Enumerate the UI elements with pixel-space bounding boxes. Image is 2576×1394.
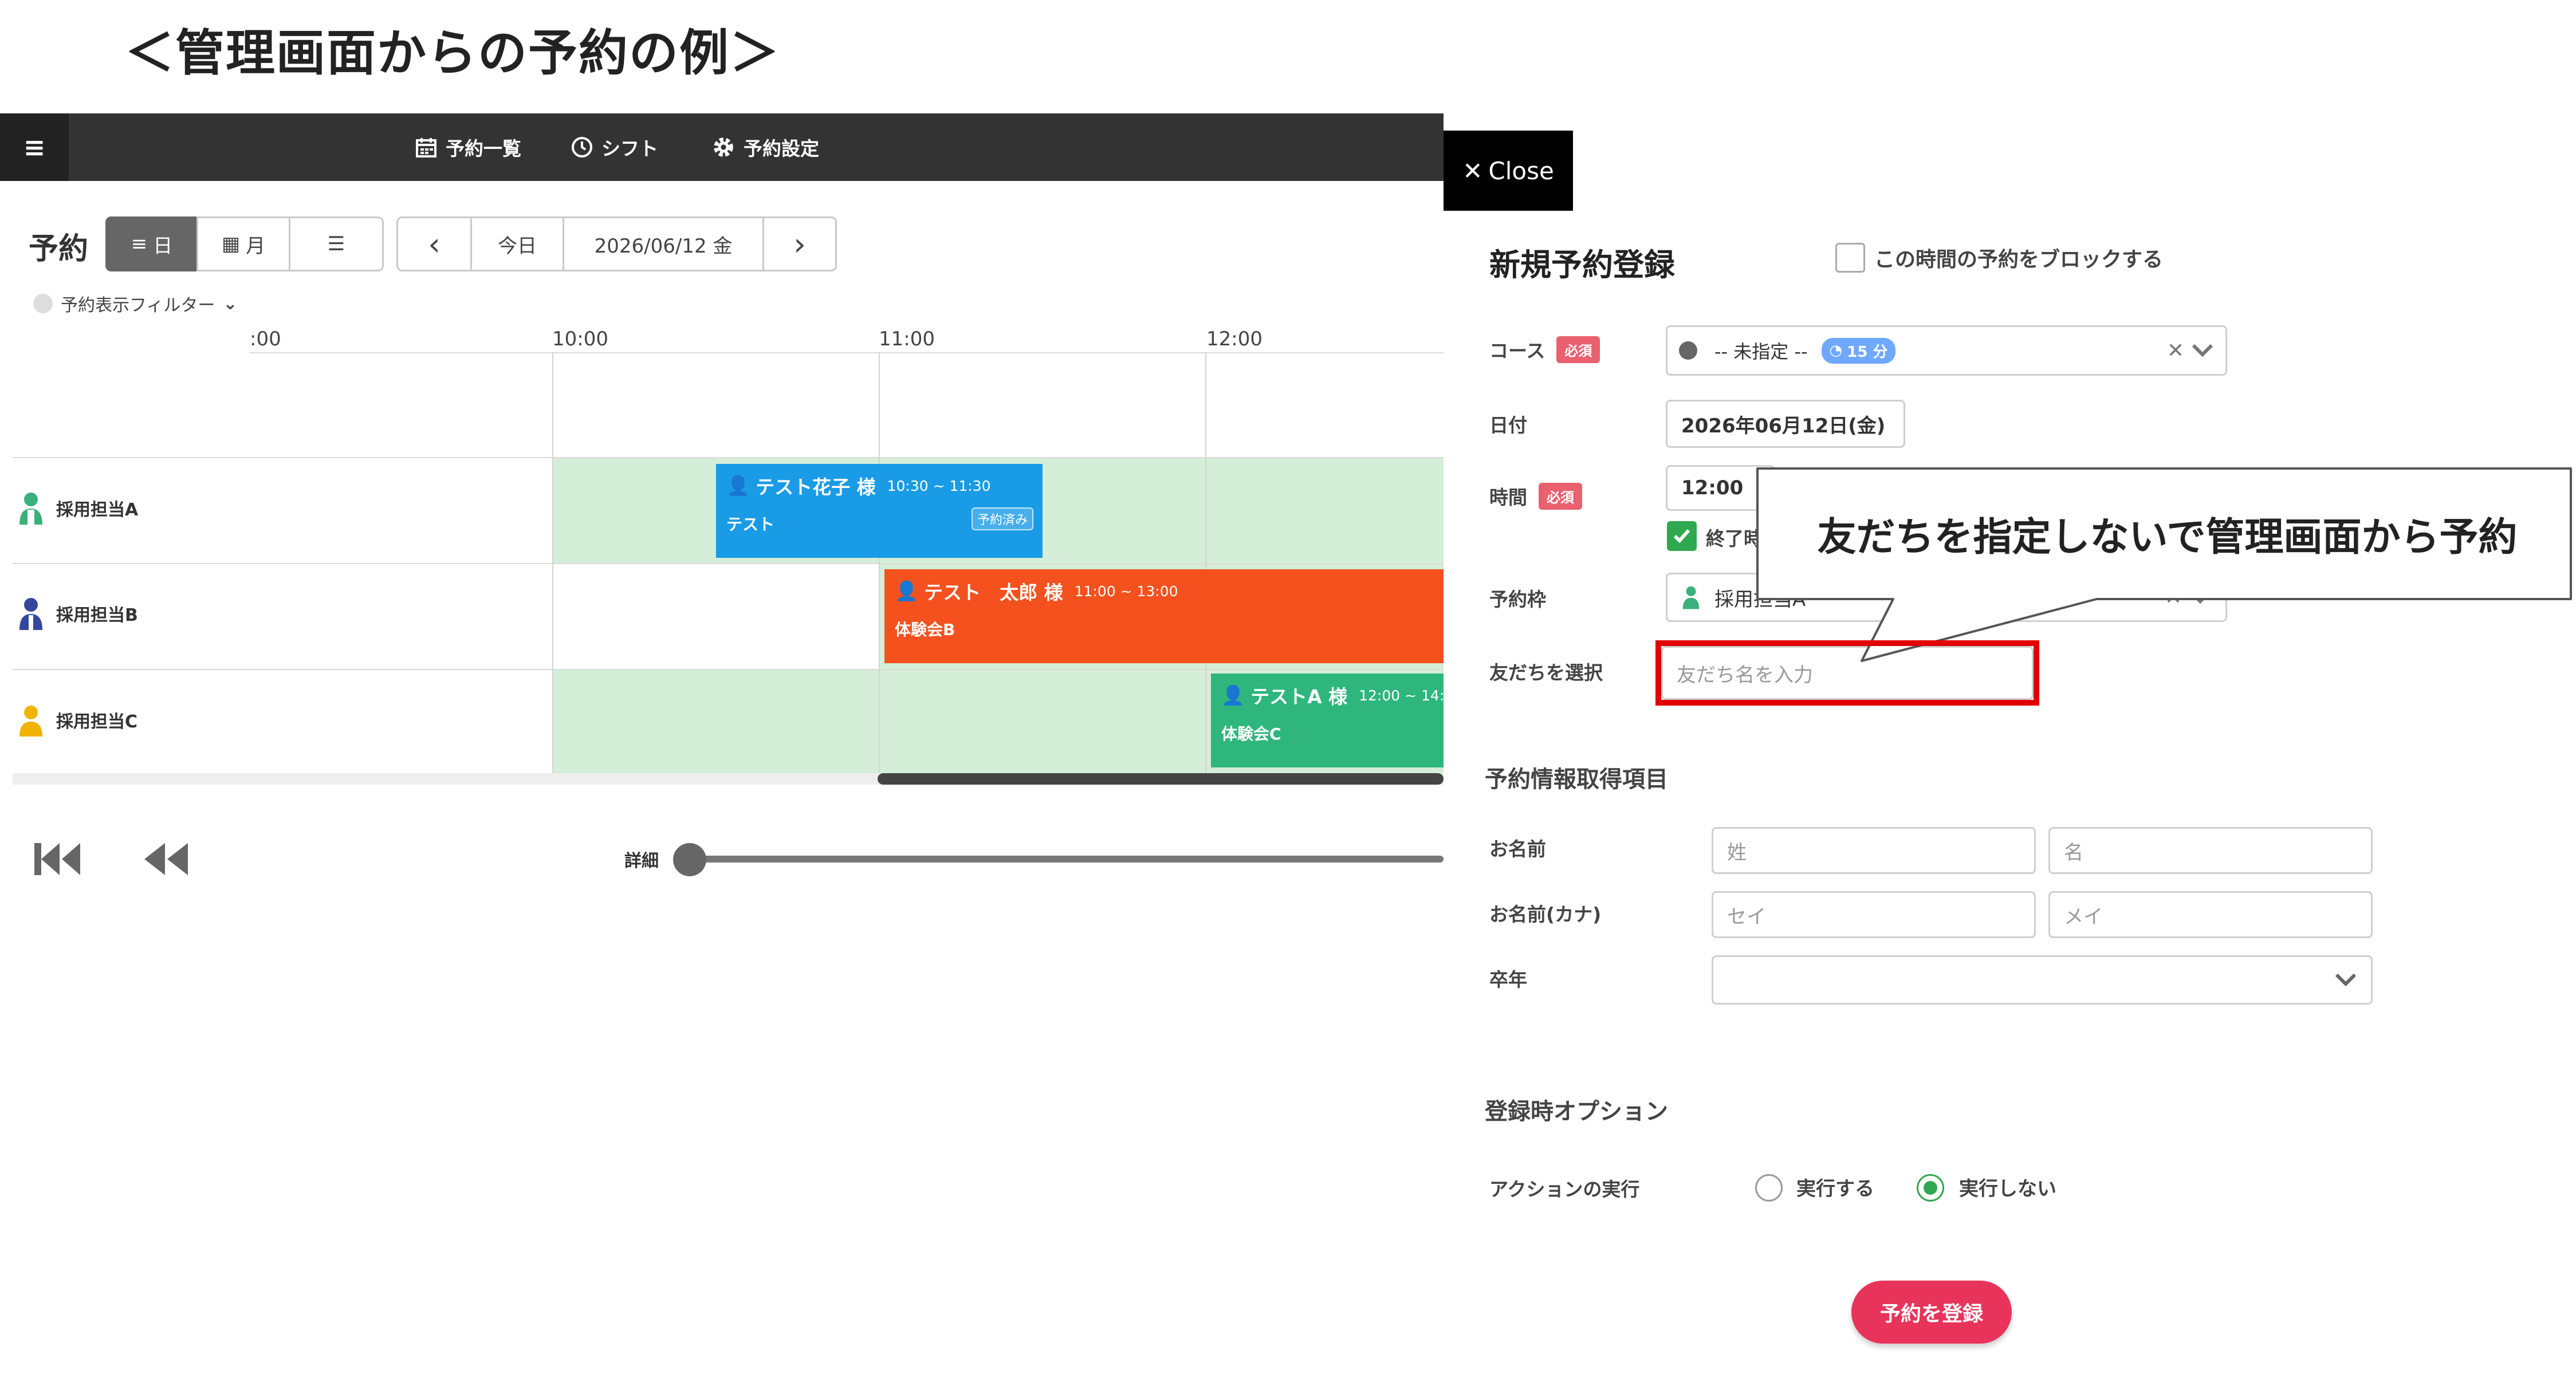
- check-icon: [1673, 529, 1690, 544]
- grid-line: [250, 352, 1444, 353]
- staff-row-b: 採用担当B: [17, 597, 138, 630]
- required-badge: 必須: [1556, 336, 1600, 363]
- grad-year-label: 卒年: [1489, 968, 1527, 991]
- gear-icon: [711, 135, 736, 159]
- rewind-icon[interactable]: [142, 841, 191, 877]
- reservation-event[interactable]: 👤テストA 様12:00 ~ 14:0 体験会C: [1211, 674, 1444, 767]
- nav-reservation-settings[interactable]: 予約設定: [711, 113, 819, 181]
- reservation-event[interactable]: 👤 テスト 太郎 様 11:00 ~ 13:00 体験会B: [884, 569, 1444, 663]
- callout-text: 友だちを指定しないで管理画面から予約: [1817, 514, 2518, 560]
- staff-row-a: 採用担当A: [17, 491, 138, 525]
- grid-line: [13, 563, 1444, 564]
- duration-badge: ◔ 15 分: [1821, 337, 1896, 364]
- clock-icon: ◔: [1829, 342, 1843, 359]
- register-reservation-button[interactable]: 予約を登録: [1851, 1281, 2012, 1344]
- chevron-down-icon: [2334, 972, 2357, 987]
- list-icon: ≡: [131, 233, 148, 255]
- reservation-event[interactable]: 👤 テスト花子 様 10:30 ~ 11:30 テスト 予約済み: [716, 464, 1043, 558]
- last-name-input[interactable]: 姓: [1712, 827, 2036, 874]
- chevron-down-icon: ⌄: [223, 293, 238, 314]
- scrollbar-thumb[interactable]: [878, 773, 1444, 785]
- view-list-button[interactable]: ☰: [289, 216, 384, 271]
- course-select[interactable]: -- 未指定 -- ◔ 15 分 ✕: [1666, 325, 2227, 376]
- grid-line: [879, 352, 880, 773]
- zoom-slider[interactable]: [687, 856, 1444, 863]
- view-month-button[interactable]: ▦ 月: [196, 216, 290, 271]
- radio-execute[interactable]: [1755, 1174, 1783, 1202]
- name-label: お名前: [1489, 838, 1546, 860]
- time-label: :00: [250, 328, 281, 351]
- required-badge: 必須: [1539, 482, 1582, 510]
- page-title: 予約: [29, 232, 89, 266]
- end-time-checkbox[interactable]: [1667, 521, 1697, 551]
- chevron-down-icon[interactable]: [2191, 343, 2214, 358]
- nav-shift[interactable]: シフト: [571, 113, 658, 181]
- date-label: 日付: [1489, 414, 1527, 436]
- grad-year-select[interactable]: [1712, 955, 2373, 1005]
- first-kana-input[interactable]: メイ: [2048, 891, 2373, 938]
- block-time-checkbox[interactable]: [1835, 243, 1865, 273]
- time-label: 11:00: [879, 328, 935, 351]
- grid-line: [552, 352, 553, 773]
- course-label: コース 必須: [1489, 336, 1600, 363]
- calendar-icon: [415, 136, 438, 159]
- calendar-icon: ▦: [221, 233, 241, 255]
- person-icon: [17, 597, 45, 630]
- slot-label: 予約枠: [1489, 588, 1546, 611]
- kana-label: お名前(カナ): [1489, 903, 1602, 926]
- last-kana-input[interactable]: セイ: [1712, 891, 2036, 938]
- radio-not-execute-label: 実行しない: [1959, 1178, 2056, 1200]
- today-button[interactable]: 今日: [470, 216, 564, 271]
- close-button[interactable]: ✕ Close: [1444, 131, 1573, 211]
- person-icon: [17, 491, 45, 525]
- form-title: 新規予約登録: [1489, 247, 1675, 283]
- date-field[interactable]: 2026年06月12日(金): [1666, 400, 1905, 448]
- person-icon: [1681, 585, 1701, 609]
- first-name-input[interactable]: 名: [2048, 827, 2373, 874]
- grid-line: [13, 669, 1444, 670]
- user-icon: 👤: [895, 580, 919, 602]
- grid-line: [1205, 352, 1206, 773]
- hamburger-menu-icon[interactable]: ≡: [0, 113, 69, 181]
- reservation-filter-toggle[interactable]: 予約表示フィルター ⌄: [33, 291, 238, 316]
- close-icon: ✕: [1462, 156, 1483, 185]
- prev-day-button[interactable]: ‹: [396, 216, 472, 271]
- skip-to-start-icon[interactable]: [34, 841, 84, 877]
- user-icon: 👤: [1221, 684, 1245, 706]
- page-heading: ＜管理画面からの予約の例＞: [125, 25, 780, 82]
- time-label: 12:00: [1206, 328, 1263, 351]
- filter-status-dot: [33, 294, 53, 313]
- radio-not-execute[interactable]: [1917, 1174, 1944, 1202]
- course-color-dot: [1679, 341, 1697, 360]
- time-label: 10:00: [552, 328, 608, 351]
- highlight-box: [1655, 640, 2039, 706]
- list-icon: ☰: [327, 233, 345, 255]
- next-day-button[interactable]: ›: [762, 216, 837, 271]
- staff-row-c: 採用担当C: [17, 703, 137, 737]
- clear-icon[interactable]: ✕: [2167, 339, 2184, 363]
- grid-line: [13, 457, 1444, 458]
- time-label: 時間 必須: [1489, 482, 1582, 510]
- view-day-button[interactable]: ≡ 日: [105, 216, 198, 271]
- zoom-slider-handle[interactable]: [673, 843, 706, 876]
- block-time-label: この時間の予約をブロックする: [1874, 248, 2164, 271]
- options-section-title: 登録時オプション: [1485, 1098, 1668, 1125]
- zoom-label: 詳細: [624, 851, 659, 871]
- radio-execute-label: 実行する: [1796, 1178, 1874, 1200]
- clock-icon: [571, 136, 593, 159]
- info-section-title: 予約情報取得項目: [1485, 766, 1668, 793]
- current-date-display[interactable]: 2026/06/12 金: [563, 216, 764, 271]
- user-icon: 👤: [726, 474, 750, 497]
- action-label: アクションの実行: [1489, 1178, 1640, 1200]
- person-icon: [17, 703, 45, 737]
- friend-select-label: 友だちを選択: [1489, 661, 1603, 684]
- nav-reservation-list[interactable]: 予約一覧: [415, 113, 521, 181]
- status-badge: 予約済み: [971, 507, 1033, 530]
